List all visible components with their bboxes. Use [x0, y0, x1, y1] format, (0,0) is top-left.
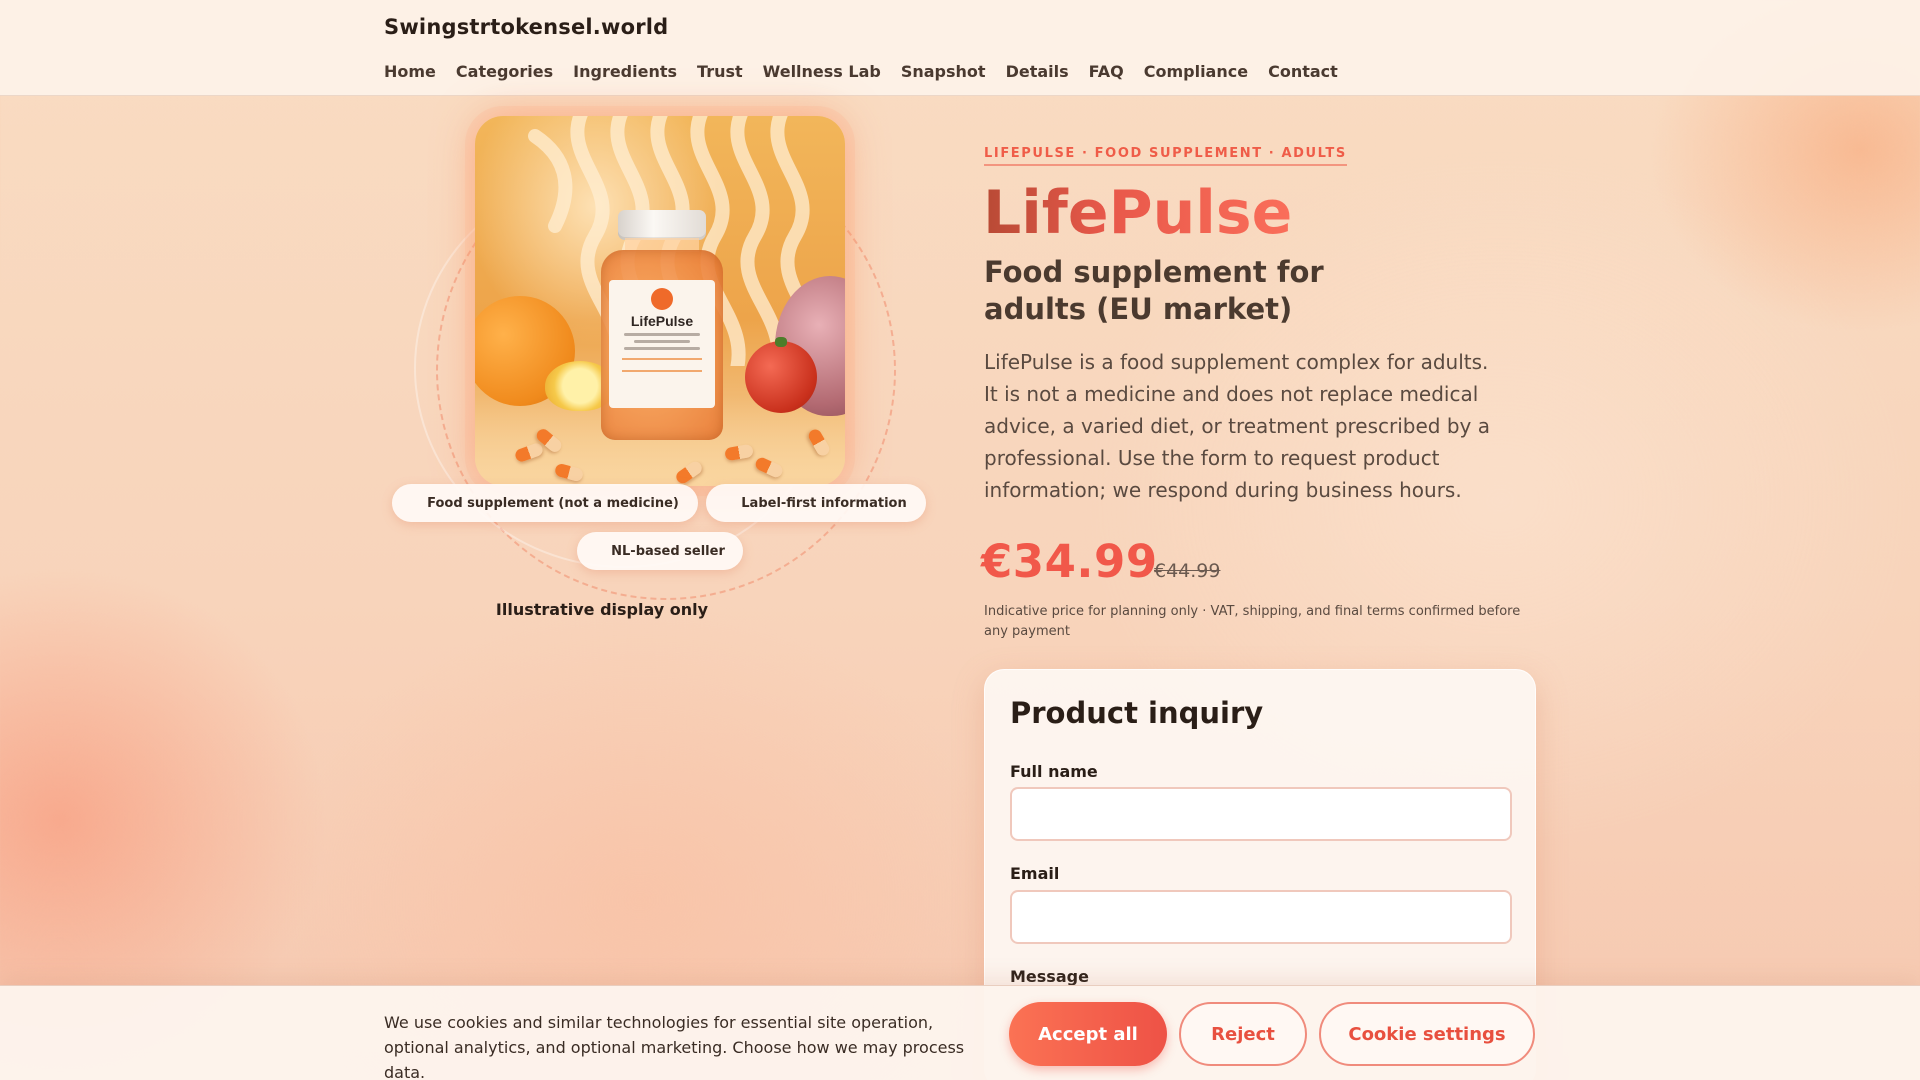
nav-item-home[interactable]: Home [384, 62, 436, 81]
cookie-text: We use cookies and similar technologies … [384, 1013, 965, 1080]
nav-item-faq[interactable]: FAQ [1089, 62, 1124, 81]
main-nav: Home Categories Ingredients Trust Wellne… [384, 62, 1338, 81]
reject-button[interactable]: Reject [1179, 1002, 1307, 1066]
nav-item-details[interactable]: Details [1006, 62, 1069, 81]
product-name: LifePulse [983, 178, 1293, 248]
badge-nl-seller: NL-based seller [577, 532, 743, 570]
product-subtitle: Food supplement for adults (EU market) [984, 255, 1324, 326]
label-text-line [634, 340, 690, 343]
product-old-price: €44.99 [1154, 560, 1221, 582]
bottle-label-name: LifePulse [630, 313, 694, 329]
nav-item-compliance[interactable]: Compliance [1144, 62, 1248, 81]
nav-item-trust[interactable]: Trust [697, 62, 743, 81]
product-image: LifePulse [475, 116, 845, 486]
display-note: Illustrative display only [495, 600, 709, 619]
full-name-field[interactable] [1010, 787, 1512, 841]
email-field[interactable] [1010, 890, 1512, 944]
product-description: LifePulse is a food supplement complex f… [984, 350, 1490, 502]
badge-label-first: Label-first information [706, 484, 926, 522]
bottle-cap [618, 210, 706, 240]
label-band [622, 358, 702, 372]
cookie-banner: We use cookies and similar technologies … [0, 985, 1920, 1080]
form-title: Product inquiry [1010, 696, 1264, 730]
message-label: Message [1010, 967, 1089, 986]
tomato [745, 337, 817, 413]
price-note: Indicative price for planning only · VAT… [984, 604, 1521, 639]
product-price: €34.99 [981, 535, 1158, 588]
nav-item-contact[interactable]: Contact [1268, 62, 1338, 81]
site-header: Swingstrtokensel.world Home Categories I… [0, 0, 1920, 96]
badge-food-supplement: Food supplement (not a medicine) [392, 484, 698, 522]
nav-item-snapshot[interactable]: Snapshot [901, 62, 986, 81]
email-label: Email [1010, 864, 1060, 883]
accept-all-button[interactable]: Accept all [1009, 1002, 1167, 1066]
full-name-label: Full name [1010, 762, 1098, 781]
nav-item-ingredients[interactable]: Ingredients [573, 62, 677, 81]
nav-item-wellness-lab[interactable]: Wellness Lab [763, 62, 881, 81]
brand-logo-icon [651, 288, 673, 310]
site-brand[interactable]: Swingstrtokensel.world [384, 15, 668, 39]
nav-item-categories[interactable]: Categories [456, 62, 553, 81]
product-visual: LifePulse Food supplement (not a medicin… [384, 110, 944, 630]
cookie-settings-button[interactable]: Cookie settings [1319, 1002, 1535, 1066]
label-text-line [624, 347, 700, 350]
supplement-bottle: LifePulse [601, 210, 723, 440]
product-eyebrow: LIFEPULSE · FOOD SUPPLEMENT · ADULTS [984, 146, 1347, 166]
bottle-label: LifePulse [609, 280, 715, 408]
label-text-line [624, 333, 700, 336]
